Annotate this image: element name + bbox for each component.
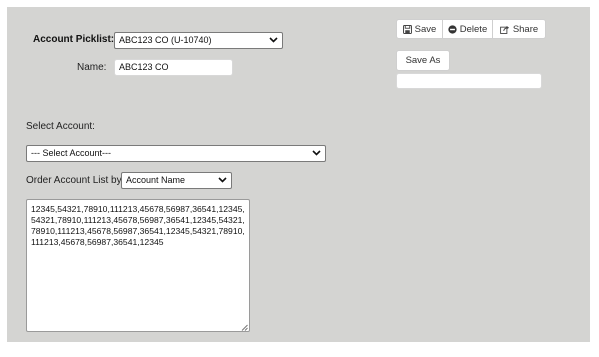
name-input-value: ABC123 CO: [119, 62, 169, 72]
resize-handle-icon[interactable]: [241, 323, 248, 331]
select-account-dropdown[interactable]: --- Select Account---: [26, 145, 326, 162]
account-list-textarea[interactable]: 12345,54321,78910,111213,45678,56987,365…: [26, 199, 250, 332]
account-picklist-label: Account Picklist:: [33, 34, 115, 45]
save-as-button[interactable]: Save As: [396, 50, 450, 71]
account-picklist-value: ABC123 CO (U-10740): [119, 35, 212, 45]
chevron-down-icon: [312, 146, 322, 161]
chevron-down-icon: [218, 173, 228, 188]
order-account-list-select[interactable]: Account Name: [121, 172, 232, 189]
minus-circle-icon: [448, 24, 457, 34]
chevron-down-icon: [269, 33, 279, 48]
order-account-list-value: Account Name: [126, 175, 186, 185]
delete-button[interactable]: Delete: [443, 19, 493, 39]
floppy-disk-icon: [402, 24, 412, 34]
save-button[interactable]: Save: [396, 19, 443, 39]
save-as-name-input[interactable]: [396, 73, 542, 89]
order-account-list-label: Order Account List by:: [26, 175, 125, 186]
name-label: Name:: [77, 62, 107, 73]
name-input[interactable]: ABC123 CO: [114, 59, 233, 76]
share-button-label: Share: [512, 23, 539, 35]
share-arrow-icon: [499, 25, 510, 34]
save-as-button-label: Save As: [405, 55, 441, 66]
select-account-value: --- Select Account---: [31, 148, 112, 158]
delete-button-label: Delete: [459, 23, 488, 35]
save-button-label: Save: [414, 23, 437, 35]
select-account-label: Select Account:: [26, 121, 95, 132]
share-button[interactable]: Share: [493, 19, 546, 39]
account-picklist-select[interactable]: ABC123 CO (U-10740): [114, 32, 283, 49]
account-list-text: 12345,54321,78910,111213,45678,56987,365…: [31, 204, 245, 247]
